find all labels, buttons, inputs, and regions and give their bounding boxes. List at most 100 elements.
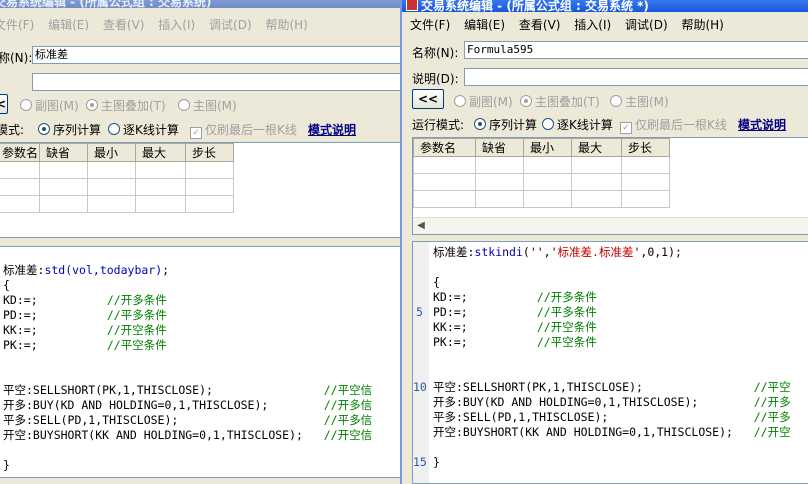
left-menu-edit[interactable]: 编辑(E): [48, 14, 89, 36]
code-line: 开空:BUYSHORT(KK AND HOLDING=0,1,THISCLOSE…: [3, 428, 372, 443]
grid-header-max: 最大: [571, 138, 622, 157]
table-row[interactable]: [0, 195, 234, 213]
line-number: 15: [413, 455, 427, 469]
left-menu-file[interactable]: 文件(F): [0, 14, 34, 36]
code-token: KD:=;: [433, 290, 537, 304]
left-menu-insert[interactable]: 插入(I): [158, 14, 195, 36]
left-menu-help[interactable]: 帮助(H): [265, 14, 307, 36]
code-token: //平空信: [323, 383, 373, 397]
table-row[interactable]: [0, 161, 234, 179]
radio-circle-icon: [520, 95, 532, 107]
right-code-text: 标准差:stkindi('','标准差.标准差',0,1); {KD:=; //…: [433, 245, 791, 470]
right-radio-main[interactable]: 主图(M): [610, 93, 669, 110]
code-token: ;: [162, 263, 170, 277]
left-mode-help-link[interactable]: 模式说明: [308, 121, 356, 138]
code-token: //平空条件: [106, 338, 167, 352]
radio-circle-icon: [20, 99, 32, 111]
left-collapse-button[interactable]: <<: [0, 94, 8, 114]
code-line: {: [433, 275, 791, 290]
right-desc-label: 说明(D):: [412, 72, 459, 86]
left-radio-main-overlay[interactable]: 主图叠加(T): [86, 97, 166, 114]
left-menu-debug[interactable]: 调试(D): [209, 14, 252, 36]
code-token: //开多信: [323, 398, 373, 412]
left-radio-main[interactable]: 主图(M): [178, 97, 237, 114]
left-radio-subchart[interactable]: 副图(M): [20, 97, 79, 114]
left-name-input[interactable]: 标准差: [32, 46, 400, 64]
grid-header-step: 步长: [621, 138, 670, 157]
right-radio-subchart[interactable]: 副图(M): [454, 93, 513, 110]
code-line: KD:=; //开多条件: [3, 293, 372, 308]
right-mode-help-link[interactable]: 模式说明: [738, 116, 786, 133]
code-token: 标准差.标准差: [557, 245, 634, 259]
code-token: //平空: [753, 380, 791, 394]
right-menu-insert[interactable]: 插入(I): [574, 14, 611, 36]
code-token: //开多条件: [536, 290, 597, 304]
code-token: PD:=;: [433, 305, 537, 319]
code-token: //开多: [753, 395, 791, 409]
code-line: 开空:BUYSHORT(KK AND HOLDING=0,1,THISCLOSE…: [433, 425, 791, 440]
code-token: KD:=;: [3, 293, 107, 307]
left-menu-view[interactable]: 查看(V): [103, 14, 145, 36]
left-last-bar-checkbox[interactable]: ✓ 仅刷最后一根K线: [190, 121, 297, 139]
code-token: 开空:BUYSHORT(KK AND HOLDING=0,1,THISCLOSE…: [433, 425, 754, 439]
left-radio-perbar-calc[interactable]: 逐K线计算: [108, 121, 179, 138]
line-number: 5: [416, 305, 423, 319]
right-name-input[interactable]: Formula595: [464, 41, 808, 59]
app-icon: [406, 0, 418, 11]
code-token: PK:=;: [433, 335, 537, 349]
right-grid-hscrollbar[interactable]: ◀: [413, 217, 808, 234]
grid-header-param: 参数名: [0, 143, 40, 162]
grid-header-max: 最大: [135, 143, 186, 162]
code-line: KD:=; //开多条件: [433, 290, 791, 305]
left-editor-window: 交易系统编辑 - (所属公式组 : 交易系统) 文件(F) 编辑(E) 查看(V…: [0, 0, 400, 484]
right-menu-file[interactable]: 文件(F): [410, 14, 450, 36]
code-line: {: [3, 278, 372, 293]
grid-header-min: 最小: [523, 138, 572, 157]
code-token: //开多条件: [106, 293, 167, 307]
left-desc-input[interactable]: [32, 73, 400, 91]
right-radio-perbar-calc[interactable]: 逐K线计算: [542, 116, 613, 133]
left-menu-bar: 文件(F) 编辑(E) 查看(V) 插入(I) 调试(D) 帮助(H): [0, 14, 400, 36]
right-menu-edit[interactable]: 编辑(E): [464, 14, 505, 36]
code-token: {: [3, 278, 10, 292]
left-code-text: 标准差:std(vol,todaybar);{KD:=; //开多条件 PD:=;…: [3, 263, 372, 473]
left-name-label: 名称(N):: [0, 51, 33, 65]
left-param-grid[interactable]: 参数名 缺省 最小 最大 步长: [0, 142, 400, 238]
grid-header-default: 缺省: [475, 138, 524, 157]
left-radio-series-calc[interactable]: 序列计算: [38, 121, 101, 138]
scroll-left-arrow-icon[interactable]: ◀: [415, 220, 427, 232]
code-line: PK:=; //平空条件: [433, 335, 791, 350]
code-line: 平空:SELLSHORT(PK,1,THISCLOSE); //平空: [433, 380, 791, 395]
table-row[interactable]: [0, 178, 234, 196]
code-token: KK:=;: [3, 323, 107, 337]
code-line: KK:=; //开空条件: [433, 320, 791, 335]
code-line: 平空:SELLSHORT(PK,1,THISCLOSE); //平空信: [3, 383, 372, 398]
right-menu-view[interactable]: 查看(V): [519, 14, 561, 36]
code-line: }: [433, 455, 791, 470]
left-code-editor[interactable]: 标准差:std(vol,todaybar);{KD:=; //开多条件 PD:=;…: [0, 246, 400, 478]
right-param-grid[interactable]: 参数名 缺省 最小 最大 步长 ◀: [412, 137, 808, 235]
right-last-bar-checkbox[interactable]: ✓ 仅刷最后一根K线: [620, 116, 727, 134]
right-name-label: 名称(N):: [412, 46, 459, 60]
table-row[interactable]: [413, 156, 670, 174]
right-desc-input[interactable]: [464, 68, 808, 86]
right-radio-main-overlay[interactable]: 主图叠加(T): [520, 93, 600, 110]
right-menu-debug[interactable]: 调试(D): [625, 14, 668, 36]
code-token: //开空: [753, 425, 791, 439]
table-row[interactable]: [413, 173, 670, 191]
code-token: 平多:SELL(PD,1,THISCLOSE);: [3, 413, 324, 427]
right-radio-series-calc[interactable]: 序列计算: [474, 116, 537, 133]
left-title-bar[interactable]: 交易系统编辑 - (所属公式组 : 交易系统): [0, 0, 400, 9]
table-row[interactable]: [413, 190, 670, 208]
code-token: {: [433, 275, 440, 289]
right-collapse-button[interactable]: <<: [412, 89, 444, 109]
right-code-editor[interactable]: 5 10 15 标准差:stkindi('','标准差.标准差',0,1); {…: [412, 241, 808, 484]
right-title-bar[interactable]: 交易系统编辑 - (所属公式组 : 交易系统 *): [402, 0, 808, 13]
right-window-title: 交易系统编辑 - (所属公式组 : 交易系统 *): [421, 0, 649, 13]
code-token: PD:=;: [3, 308, 107, 322]
right-menu-help[interactable]: 帮助(H): [681, 14, 723, 36]
checkmark-icon: ✓: [620, 122, 632, 134]
